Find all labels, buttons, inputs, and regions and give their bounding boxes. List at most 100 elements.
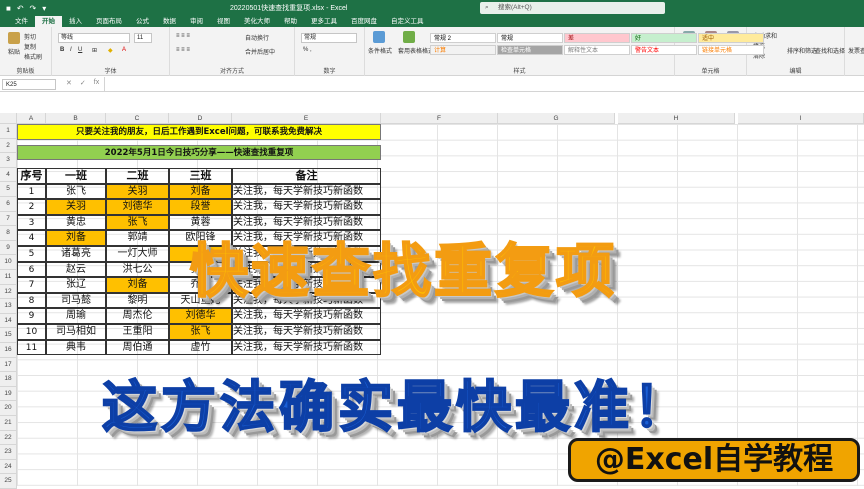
- tab-view[interactable]: 视图: [210, 16, 237, 27]
- table-cell[interactable]: 赵云: [46, 261, 106, 278]
- tab-baidu[interactable]: 百度网盘: [344, 16, 384, 27]
- table-cell[interactable]: 张飞: [46, 183, 106, 200]
- align-top-icon[interactable]: ≡ ≡ ≡: [176, 33, 190, 39]
- cell-style-option[interactable]: 解释性文本: [564, 45, 630, 55]
- format-table-icon[interactable]: [403, 31, 415, 43]
- table-cell[interactable]: 典韦: [46, 339, 106, 356]
- table-header-cell[interactable]: 序号: [17, 168, 46, 184]
- tab-formulas[interactable]: 公式: [129, 16, 156, 27]
- row-header[interactable]: 17: [0, 357, 17, 373]
- tab-custom-tools[interactable]: 自定义工具: [384, 16, 431, 27]
- table-cell[interactable]: 11: [17, 339, 46, 356]
- tab-help[interactable]: 帮助: [277, 16, 304, 27]
- table-cell[interactable]: 司马相如: [46, 324, 106, 340]
- table-cell[interactable]: 黎明: [106, 292, 169, 309]
- font-color-icon[interactable]: A: [122, 47, 126, 53]
- save-icon[interactable]: ■: [6, 4, 11, 13]
- row-header[interactable]: 4: [0, 167, 17, 183]
- table-cell[interactable]: 洪七公: [106, 261, 169, 278]
- paste-icon[interactable]: [8, 32, 20, 44]
- table-cell[interactable]: 7: [17, 277, 46, 293]
- row-header[interactable]: 24: [0, 459, 17, 475]
- column-header[interactable]: E: [232, 113, 381, 124]
- cell-style-option[interactable]: 常规 2: [430, 33, 496, 43]
- format-table-button[interactable]: 套用表格格式: [398, 46, 434, 55]
- align-left-icon[interactable]: ≡ ≡ ≡: [176, 47, 190, 53]
- search-box[interactable]: ⌕ 搜索(Alt+Q): [480, 2, 665, 14]
- select-all-corner[interactable]: [0, 113, 17, 124]
- table-cell[interactable]: 9: [17, 308, 46, 324]
- tab-beautify[interactable]: 美化大师: [237, 16, 277, 27]
- table-cell[interactable]: 关羽: [106, 183, 169, 200]
- row-header[interactable]: 16: [0, 343, 17, 358]
- row-header[interactable]: 22: [0, 430, 17, 446]
- row-header[interactable]: 10: [0, 255, 17, 270]
- copy-button[interactable]: 复制: [24, 42, 36, 51]
- row-header[interactable]: 12: [0, 284, 17, 300]
- table-cell[interactable]: 诸葛亮: [46, 246, 106, 262]
- underline-icon[interactable]: U: [78, 47, 82, 53]
- table-cell[interactable]: 段誉: [169, 199, 232, 215]
- italic-icon[interactable]: I: [70, 47, 72, 53]
- table-cell[interactable]: 关羽: [46, 199, 106, 215]
- column-header[interactable]: I: [738, 113, 864, 124]
- table-cell[interactable]: 4: [17, 230, 46, 246]
- table-cell[interactable]: 刘德华: [169, 308, 232, 324]
- percent-icon[interactable]: % ,: [303, 47, 312, 53]
- cell-style-option[interactable]: 警告文本: [631, 45, 697, 55]
- number-format-select[interactable]: 常规: [301, 33, 357, 43]
- table-cell[interactable]: 刘备: [46, 230, 106, 246]
- column-header[interactable]: F: [381, 113, 498, 124]
- invoice-check-button[interactable]: 发票查验: [848, 46, 864, 55]
- table-cell[interactable]: 王重阳: [106, 324, 169, 340]
- banner-notice[interactable]: 只要关注我的朋友，日后工作遇到Excel问题，可联系我免费解决: [17, 124, 381, 140]
- table-cell[interactable]: 黄忠: [46, 214, 106, 231]
- cell-style-option[interactable]: 检查单元格: [497, 45, 563, 55]
- font-size-select[interactable]: 11: [134, 33, 152, 43]
- table-cell[interactable]: 1: [17, 183, 46, 200]
- table-cell[interactable]: 关注我，每天学新技巧新函数: [232, 199, 381, 215]
- fill-color-icon[interactable]: ◆: [108, 47, 113, 54]
- table-cell[interactable]: 刘备: [106, 277, 169, 293]
- cell-style-option[interactable]: 差: [564, 33, 630, 43]
- table-cell[interactable]: 刘德华: [106, 199, 169, 215]
- tab-file[interactable]: 文件: [8, 16, 35, 27]
- column-header[interactable]: A: [17, 113, 46, 124]
- table-cell[interactable]: 一灯大师: [106, 246, 169, 262]
- merge-center-button[interactable]: 合并后居中: [245, 47, 275, 56]
- table-cell[interactable]: 2: [17, 199, 46, 215]
- find-select-button[interactable]: 查找和选择: [815, 46, 845, 55]
- column-header[interactable]: B: [46, 113, 106, 124]
- banner-topic[interactable]: 2022年5月1日今日技巧分享——快速查找重复项: [17, 145, 381, 160]
- column-header[interactable]: C: [106, 113, 169, 124]
- row-header[interactable]: 1: [0, 124, 17, 139]
- cancel-icon[interactable]: ✕: [66, 79, 72, 87]
- table-cell[interactable]: 周瑜: [46, 308, 106, 324]
- undo-icon[interactable]: ↶: [17, 4, 24, 13]
- table-cell[interactable]: 郭靖: [106, 230, 169, 246]
- name-box[interactable]: K25: [2, 79, 56, 90]
- tab-insert[interactable]: 插入: [62, 16, 89, 27]
- row-header[interactable]: 23: [0, 445, 17, 460]
- wrap-text-button[interactable]: 自动换行: [245, 33, 269, 42]
- row-header[interactable]: 14: [0, 313, 17, 329]
- column-header[interactable]: H: [618, 113, 735, 124]
- row-header[interactable]: 3: [0, 153, 17, 168]
- conditional-format-icon[interactable]: [373, 31, 385, 43]
- table-header-cell[interactable]: 三班: [169, 168, 232, 184]
- row-header[interactable]: 13: [0, 299, 17, 314]
- row-header[interactable]: 6: [0, 197, 17, 212]
- cell-style-option[interactable]: 链接单元格: [698, 45, 764, 55]
- table-cell[interactable]: 关注我，每天学新技巧新函数: [232, 308, 381, 324]
- table-cell[interactable]: 3: [17, 214, 46, 231]
- column-header[interactable]: G: [498, 113, 615, 124]
- cut-button[interactable]: 剪切: [24, 32, 36, 41]
- table-cell[interactable]: 关注我，每天学新技巧新函数: [232, 339, 381, 356]
- table-header-cell[interactable]: 一班: [46, 168, 106, 184]
- row-header[interactable]: 11: [0, 270, 17, 285]
- row-header[interactable]: 8: [0, 226, 17, 241]
- table-cell[interactable]: 10: [17, 324, 46, 340]
- row-header[interactable]: 25: [0, 474, 17, 489]
- paste-button[interactable]: 粘贴: [8, 47, 20, 56]
- formula-input[interactable]: [104, 77, 864, 91]
